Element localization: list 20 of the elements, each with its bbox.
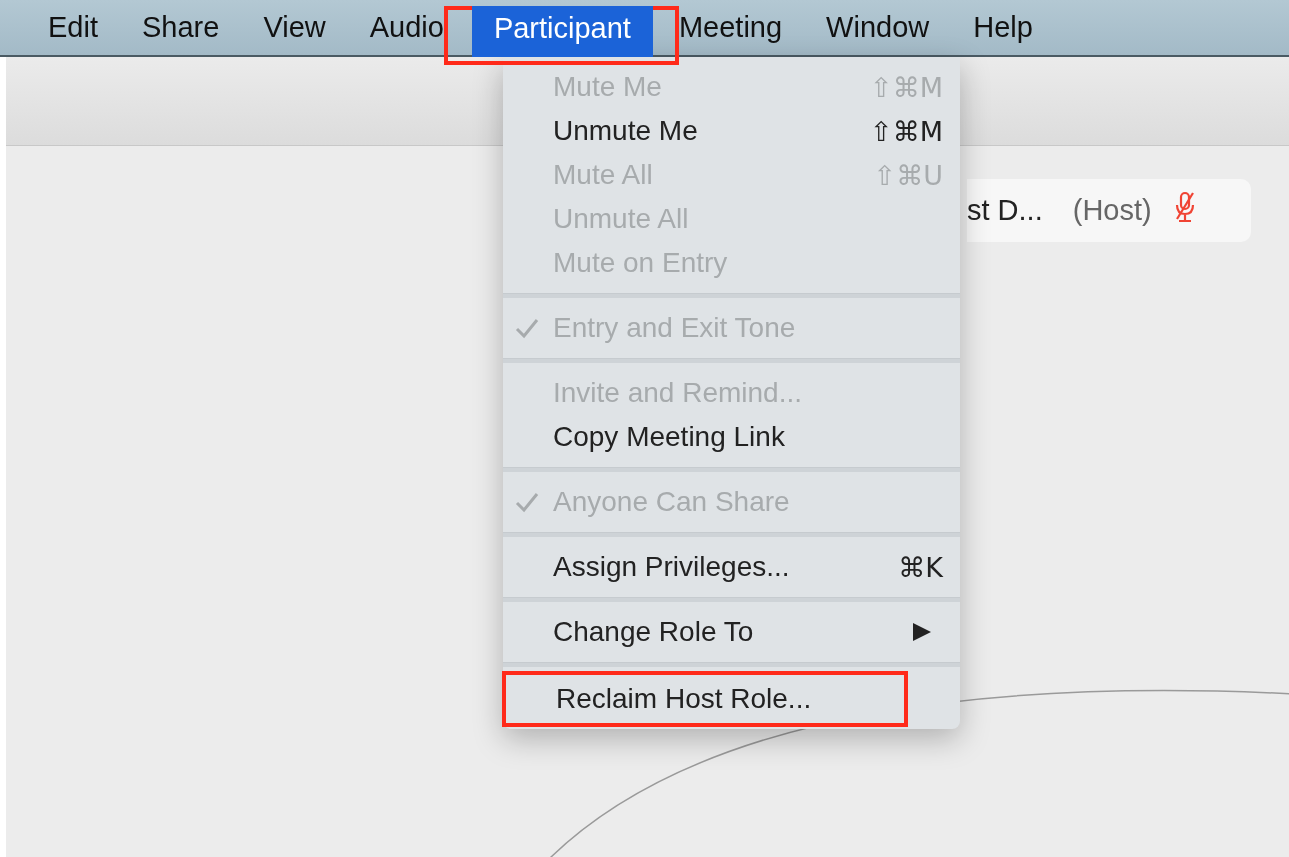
submenu-arrow-icon <box>911 622 933 642</box>
menu-item[interactable]: Unmute Me ⇧⌘M <box>503 109 960 153</box>
menu-bar-item[interactable]: Share <box>120 0 242 55</box>
menu-bar-item[interactable]: Audio <box>347 0 466 55</box>
participant-name: st D... <box>967 194 1043 227</box>
menu-item[interactable]: Copy Meeting Link <box>503 415 960 459</box>
role-label: (Host) <box>1072 194 1152 227</box>
menu-bar-item[interactable]: Meeting <box>656 0 805 55</box>
shortcut-label: ⇧⌘M <box>870 71 943 103</box>
menu-item[interactable]: Reclaim Host Role... <box>506 677 904 721</box>
shortcut-label: ⇧⌘M <box>870 115 943 147</box>
menu-bar-item[interactable]: Window <box>804 0 952 55</box>
menu-bar-item[interactable]: Edit <box>26 0 120 55</box>
menu-bar-item[interactable]: Participant <box>471 6 653 57</box>
menu-item[interactable]: Assign Privileges... ⌘K <box>503 545 960 589</box>
menu-bar-item[interactable]: View <box>241 0 348 55</box>
shortcut-label: ⌘K <box>898 551 943 583</box>
menu-item[interactable]: Change Role To <box>503 610 960 654</box>
menu-bar-item[interactable]: Help <box>951 0 1055 55</box>
shortcut-label: ⇧⌘U <box>873 159 943 191</box>
